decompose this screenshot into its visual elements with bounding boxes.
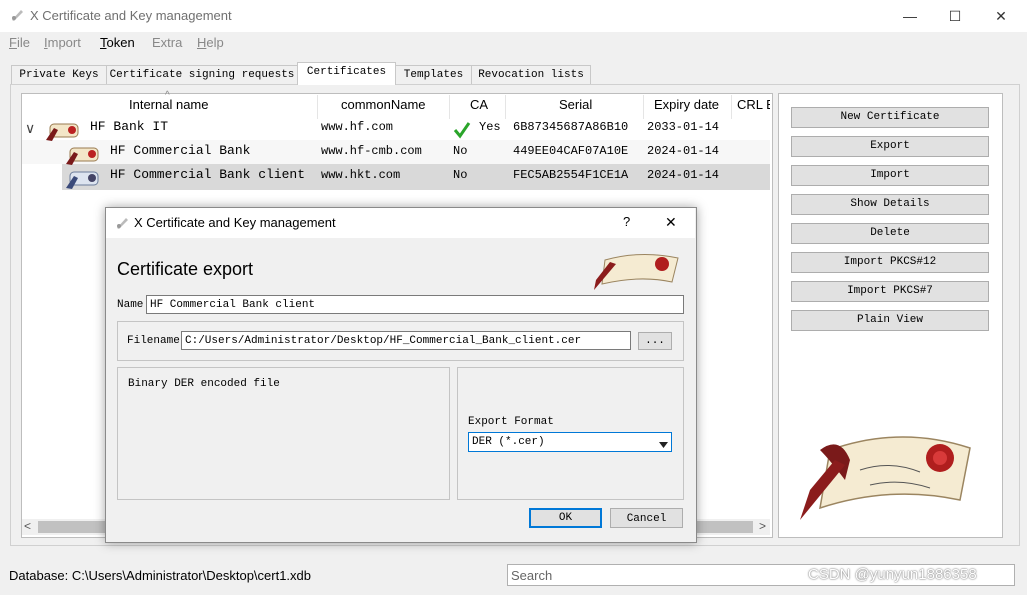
- help-icon[interactable]: ?: [623, 214, 630, 229]
- menu-import[interactable]: Import: [44, 35, 81, 50]
- column-expiry-date[interactable]: Expiry date: [654, 96, 719, 118]
- menu-file[interactable]: File: [9, 35, 30, 50]
- table-row-common-name: www.hf-cmb.com: [321, 144, 422, 158]
- table-row-ca: Yes: [479, 120, 501, 134]
- plain-view-button[interactable]: Plain View: [791, 310, 989, 331]
- new-certificate-button[interactable]: New Certificate: [791, 107, 989, 128]
- menu-help-label: elp: [206, 35, 224, 50]
- column-ca[interactable]: CA: [470, 96, 488, 118]
- tab-revocation-lists[interactable]: Revocation lists: [471, 65, 591, 84]
- scroll-right-icon[interactable]: >: [759, 519, 766, 533]
- ok-button[interactable]: OK: [529, 508, 602, 528]
- column-crl-expiry[interactable]: CRL E: [737, 96, 770, 118]
- close-icon[interactable]: ✕: [991, 6, 1011, 26]
- menu-token[interactable]: Token: [100, 35, 135, 50]
- menu-extra[interactable]: Extra: [152, 35, 182, 50]
- filename-label: Filename: [127, 335, 180, 347]
- table-row-ca: No: [453, 144, 468, 158]
- column-separator: [643, 95, 644, 119]
- column-separator: [317, 95, 318, 119]
- delete-button[interactable]: Delete: [791, 223, 989, 244]
- column-separator: [731, 95, 732, 119]
- table-row-common-name: www.hf.com: [321, 120, 394, 134]
- show-details-button[interactable]: Show Details: [791, 194, 989, 215]
- menu-import-label: mport: [47, 35, 81, 50]
- minimize-icon[interactable]: —: [900, 6, 920, 26]
- window-title: X Certificate and Key management: [30, 8, 232, 23]
- export-button[interactable]: Export: [791, 136, 989, 157]
- table-row-expiry: 2024-01-14: [647, 168, 720, 182]
- menu-file-label: ile: [16, 35, 30, 50]
- menu-token-label: oken: [106, 35, 135, 50]
- column-separator: [449, 95, 450, 119]
- filename-field[interactable]: C:/Users/Administrator/Desktop/HF_Commer…: [181, 331, 631, 350]
- dropdown-arrow-icon[interactable]: [659, 436, 668, 451]
- tab-certificates[interactable]: Certificates: [297, 62, 396, 85]
- dialog-heading: Certificate export: [117, 259, 254, 279]
- format-description: Binary DER encoded file: [128, 378, 280, 390]
- table-row-name[interactable]: HF Commercial Bank: [110, 142, 250, 160]
- menu-file-mnemonic: F: [9, 35, 17, 50]
- database-path: Database: C:\Users\Administrator\Desktop…: [9, 568, 312, 583]
- export-format-value: DER (*.cer): [472, 436, 545, 448]
- name-field[interactable]: HF Commercial Bank client: [146, 295, 684, 314]
- menu-help[interactable]: Help: [197, 35, 224, 50]
- certificate-icon: [64, 144, 102, 169]
- tab-templates[interactable]: Templates: [395, 65, 472, 84]
- browse-button[interactable]: ...: [638, 332, 672, 350]
- import-pkcs7-button[interactable]: Import PKCS#7: [791, 281, 989, 302]
- tab-private-keys[interactable]: Private Keys: [11, 65, 107, 84]
- table-row-serial: 449EE04CAF07A10E: [513, 144, 629, 158]
- app-icon: [9, 7, 25, 26]
- maximize-icon[interactable]: ☐: [945, 6, 965, 26]
- certificate-icon: [44, 120, 82, 145]
- scroll-logo-icon: [790, 430, 980, 528]
- name-label: Name: [117, 299, 144, 311]
- table-row-name[interactable]: HF Bank IT: [90, 118, 168, 136]
- table-row-serial: FEC5AB2554F1CE1A: [513, 168, 629, 182]
- watermark-text: CSDN @yunyun1886358: [808, 566, 977, 583]
- cancel-button[interactable]: Cancel: [610, 508, 683, 528]
- dialog-close-icon[interactable]: ✕: [665, 214, 677, 231]
- dialog-title: X Certificate and Key management: [134, 215, 336, 230]
- scroll-logo-small-icon: [590, 250, 680, 293]
- certificate-icon: [64, 168, 102, 193]
- table-row-serial: 6B87345687A86B10: [513, 120, 629, 134]
- column-separator: [505, 95, 506, 119]
- dialog-app-icon: [114, 215, 130, 234]
- expand-chevron-icon[interactable]: ∨: [25, 120, 35, 137]
- column-serial[interactable]: Serial: [559, 96, 592, 118]
- menu-extra-label: Extra: [152, 35, 183, 50]
- table-row-expiry: 2024-01-14: [647, 144, 720, 158]
- table-row-expiry: 2033-01-14: [647, 120, 720, 134]
- menu-help-mnemonic: H: [197, 35, 207, 50]
- import-pkcs12-button[interactable]: Import PKCS#12: [791, 252, 989, 273]
- table-row-name[interactable]: HF Commercial Bank client: [110, 166, 305, 184]
- scroll-left-icon[interactable]: <: [24, 519, 31, 533]
- column-common-name[interactable]: commonName: [341, 96, 426, 118]
- table-row-common-name: www.hkt.com: [321, 168, 401, 182]
- checkmark-icon: [453, 121, 471, 142]
- table-row-ca: No: [453, 168, 468, 182]
- export-format-label: Export Format: [468, 416, 554, 428]
- import-button[interactable]: Import: [791, 165, 989, 186]
- tab-certificate-signing-requests[interactable]: Certificate signing requests: [106, 65, 298, 84]
- column-internal-name[interactable]: Internal name: [129, 96, 209, 118]
